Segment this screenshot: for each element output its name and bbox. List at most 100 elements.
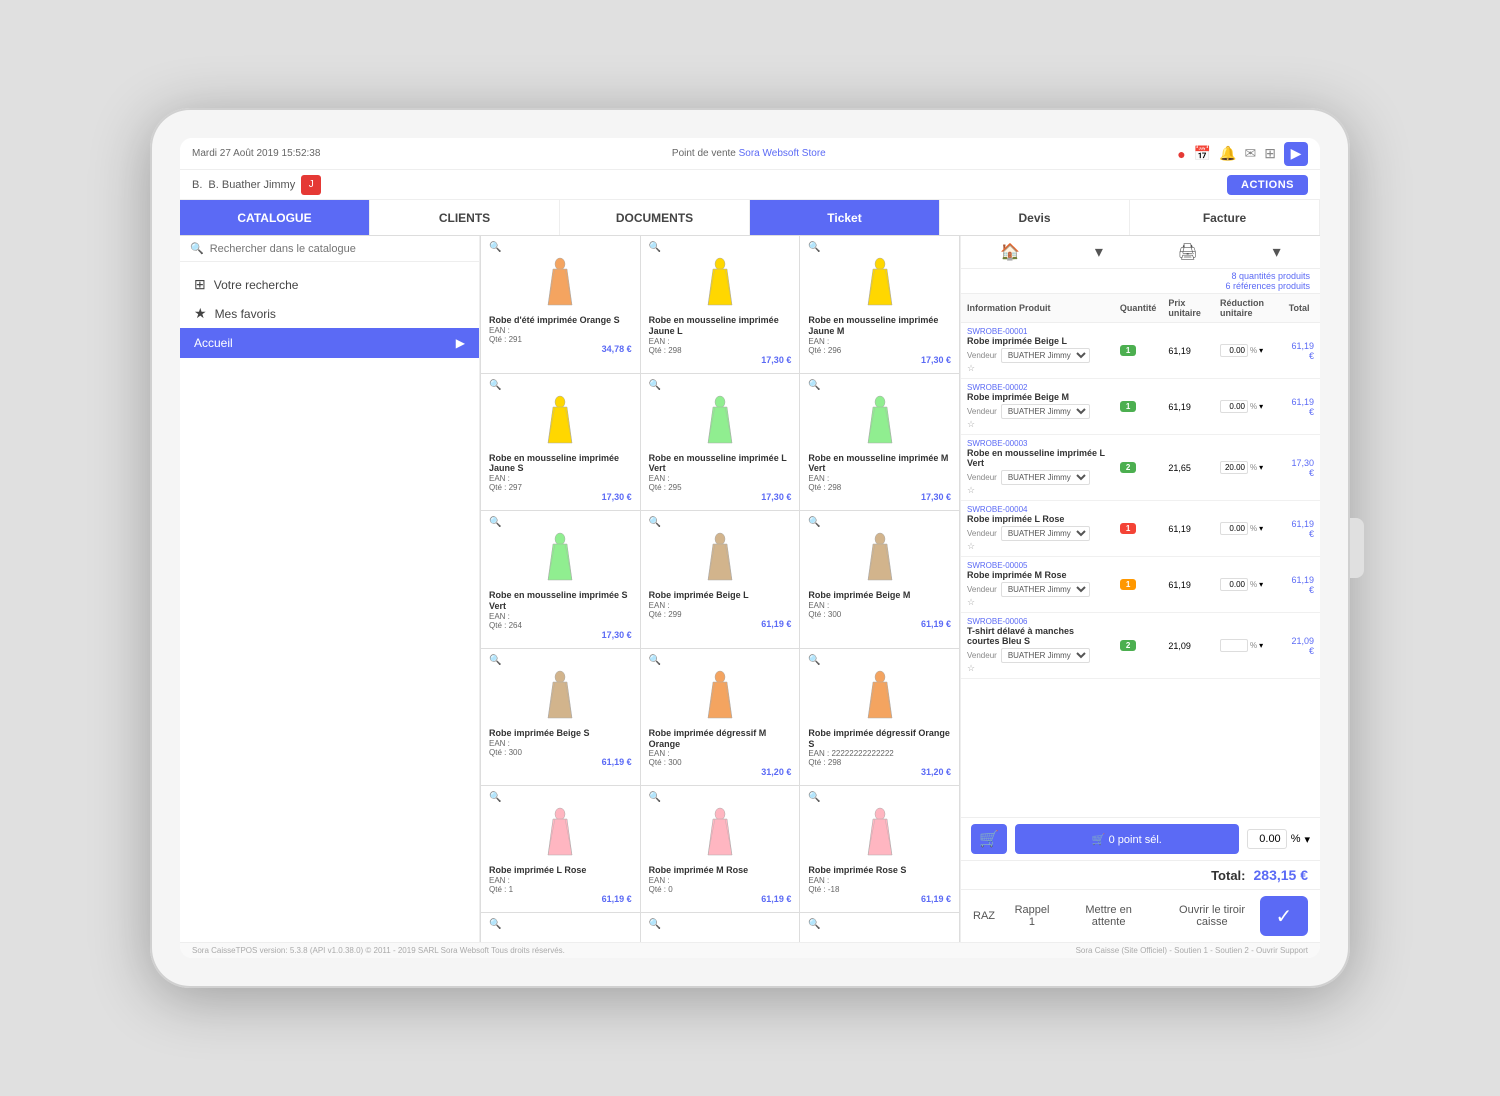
grid-small-icon: ⊞: [194, 276, 206, 293]
bell-icon[interactable]: 🔔: [1219, 145, 1236, 162]
product-card[interactable]: 🔍 Robe imprimée Beige M EAN : Qté : 300 …: [800, 511, 960, 649]
search-input[interactable]: [210, 243, 469, 255]
product-search-icon[interactable]: 🔍: [489, 792, 632, 803]
cart-button[interactable]: 🛒: [971, 824, 1007, 854]
product-card[interactable]: 🔍 Robe imprimée Beige S EAN : Qté : 300 …: [481, 649, 641, 787]
tab-facture[interactable]: Facture: [1130, 200, 1320, 235]
bottom-bar: 🛒 🛒 0 point sél. % ▾: [961, 817, 1320, 860]
tab-clients[interactable]: CLIENTS: [370, 200, 560, 235]
product-card[interactable]: 🔍 Robe en mousseline imprimée Jaune M EA…: [800, 236, 960, 374]
product-card[interactable]: 🔍 Robe en mousseline imprimée Jaune L EA…: [641, 236, 801, 374]
vendor-select[interactable]: BUATHER Jimmy: [1001, 582, 1090, 597]
confirm-button[interactable]: ✓: [1260, 896, 1308, 936]
product-search-icon[interactable]: 🔍: [649, 380, 792, 391]
product-card[interactable]: 🔍 Robe en mousseline imprimée L Vert EAN…: [641, 374, 801, 512]
product-card[interactable]: 🔍 Robe imprimée L Rose EAN : Qté : 1 61,…: [481, 786, 641, 913]
favorite-icon[interactable]: ☆: [967, 485, 975, 495]
global-discount-input[interactable]: [1247, 829, 1287, 849]
product-card[interactable]: 🔍 Robe en mousseline imprimée S Vert EAN…: [481, 511, 641, 649]
email-icon[interactable]: ✉: [1245, 145, 1257, 162]
product-card[interactable]: 🔍 T-shirt délavé à manches courtes L Ora…: [800, 913, 960, 942]
qty-badge: 2: [1120, 462, 1136, 473]
star-icon: ★: [194, 305, 207, 322]
product-search-icon[interactable]: 🔍: [808, 655, 951, 666]
home-icon[interactable]: 🏠: [1000, 242, 1020, 262]
pos-link[interactable]: Sora Websoft Store: [739, 148, 826, 159]
actions-button[interactable]: ACTIONS: [1227, 175, 1308, 195]
discount-toggle[interactable]: ▾: [1259, 463, 1263, 472]
product-card[interactable]: 🔍 Robe d'été imprimée Orange S EAN : Qté…: [481, 236, 641, 374]
product-card[interactable]: 🔍 Robe imprimée M Rose EAN : Qté : 0 61,…: [641, 786, 801, 913]
product-search-icon[interactable]: 🔍: [808, 242, 951, 253]
product-search-icon[interactable]: 🔍: [649, 655, 792, 666]
vendor-select[interactable]: BUATHER Jimmy: [1001, 348, 1090, 363]
product-search-icon[interactable]: 🔍: [489, 919, 632, 930]
product-card[interactable]: 🔍 Robe imprimée Beige L EAN : Qté : 299 …: [641, 511, 801, 649]
user-icon[interactable]: ▶: [1284, 142, 1308, 166]
product-search-icon[interactable]: 🔍: [808, 792, 951, 803]
seller-row: Vendeur BUATHER Jimmy: [967, 404, 1108, 419]
product-card[interactable]: 🔍 T-shirt délavé à manches courtes Bleu …: [641, 913, 801, 942]
product-search-icon[interactable]: 🔍: [808, 919, 951, 930]
favorite-icon[interactable]: ☆: [967, 597, 975, 607]
tab-catalogue[interactable]: CATALOGUE: [180, 200, 370, 235]
print-icon[interactable]: 🖨: [1178, 242, 1198, 262]
raz-button[interactable]: RAZ: [973, 910, 995, 922]
tab-documents[interactable]: DOCUMENTS: [560, 200, 750, 235]
vendor-select[interactable]: BUATHER Jimmy: [1001, 648, 1090, 663]
discount-toggle[interactable]: ▾: [1259, 524, 1263, 533]
favorite-icon[interactable]: ☆: [967, 419, 975, 429]
tab-devis[interactable]: Devis: [940, 200, 1130, 235]
alert-icon[interactable]: ●: [1177, 146, 1185, 162]
drawer-button[interactable]: Ouvrir le tiroir caisse: [1164, 904, 1260, 928]
tab-ticket[interactable]: Ticket: [750, 200, 940, 235]
product-card[interactable]: 🔍 Robe imprimée dégressif Orange S EAN :…: [800, 649, 960, 787]
vendor-select[interactable]: BUATHER Jimmy: [1001, 526, 1090, 541]
product-price: 61,19 €: [489, 757, 632, 767]
sidebar-item-votre-recherche[interactable]: ⊞ Votre recherche: [180, 270, 479, 299]
discount-toggle[interactable]: ▾: [1259, 402, 1263, 411]
favorite-icon[interactable]: ☆: [967, 663, 975, 673]
product-card[interactable]: 🔍 Robe en mousseline imprimée Jaune S EA…: [481, 374, 641, 512]
grid-icon[interactable]: ⊞: [1264, 145, 1276, 162]
vendor-select[interactable]: BUATHER Jimmy: [1001, 470, 1090, 485]
reduction-input[interactable]: [1220, 344, 1248, 357]
discount-toggle[interactable]: ▾: [1259, 346, 1263, 355]
reduction-input[interactable]: [1220, 578, 1248, 591]
reduction-input[interactable]: [1220, 639, 1248, 652]
discount-arrow[interactable]: ▾: [1304, 833, 1310, 846]
sidebar-item-mes-favoris[interactable]: ★ Mes favoris: [180, 299, 479, 328]
reduction-row: % ▾: [1220, 400, 1277, 413]
product-search-icon[interactable]: 🔍: [489, 242, 632, 253]
rappel-button[interactable]: Rappel 1: [1011, 904, 1053, 928]
order-total: 61,19 €: [1283, 323, 1320, 379]
product-card[interactable]: 🔍 Robe imprimée Rose S EAN : Qté : -18 6…: [800, 786, 960, 913]
product-search-icon[interactable]: 🔍: [649, 242, 792, 253]
chevron-down2-icon[interactable]: ▾: [1273, 242, 1281, 262]
reduction-input[interactable]: [1220, 461, 1248, 474]
product-card[interactable]: 🔍 Robe imprimée dégressif M Orange EAN :…: [641, 649, 801, 787]
points-button[interactable]: 🛒 0 point sél.: [1015, 824, 1239, 854]
reduction-input[interactable]: [1220, 522, 1248, 535]
vendor-label: Vendeur: [967, 651, 997, 660]
sidebar-item-accueil[interactable]: Accueil ▶: [180, 328, 479, 358]
reduction-input[interactable]: [1220, 400, 1248, 413]
calendar-icon[interactable]: 📅: [1194, 145, 1211, 162]
discount-toggle[interactable]: ▾: [1259, 580, 1263, 589]
product-search-icon[interactable]: 🔍: [649, 919, 792, 930]
product-search-icon[interactable]: 🔍: [649, 517, 792, 528]
product-search-icon[interactable]: 🔍: [649, 792, 792, 803]
favorite-icon[interactable]: ☆: [967, 541, 975, 551]
chevron-down-icon[interactable]: ▾: [1095, 242, 1103, 262]
favorite-icon[interactable]: ☆: [967, 363, 975, 373]
discount-toggle[interactable]: ▾: [1259, 641, 1263, 650]
product-search-icon[interactable]: 🔍: [808, 517, 951, 528]
product-card[interactable]: 🔍 Robe en mousseline imprimée M Vert EAN…: [800, 374, 960, 512]
product-search-icon[interactable]: 🔍: [489, 380, 632, 391]
product-search-icon[interactable]: 🔍: [489, 517, 632, 528]
product-search-icon[interactable]: 🔍: [489, 655, 632, 666]
product-card[interactable]: 🔍 T-shirt délavé à manches courtes Bleu …: [481, 913, 641, 942]
product-search-icon[interactable]: 🔍: [808, 380, 951, 391]
vendor-select[interactable]: BUATHER Jimmy: [1001, 404, 1090, 419]
hold-button[interactable]: Mettre en attente: [1069, 904, 1148, 928]
